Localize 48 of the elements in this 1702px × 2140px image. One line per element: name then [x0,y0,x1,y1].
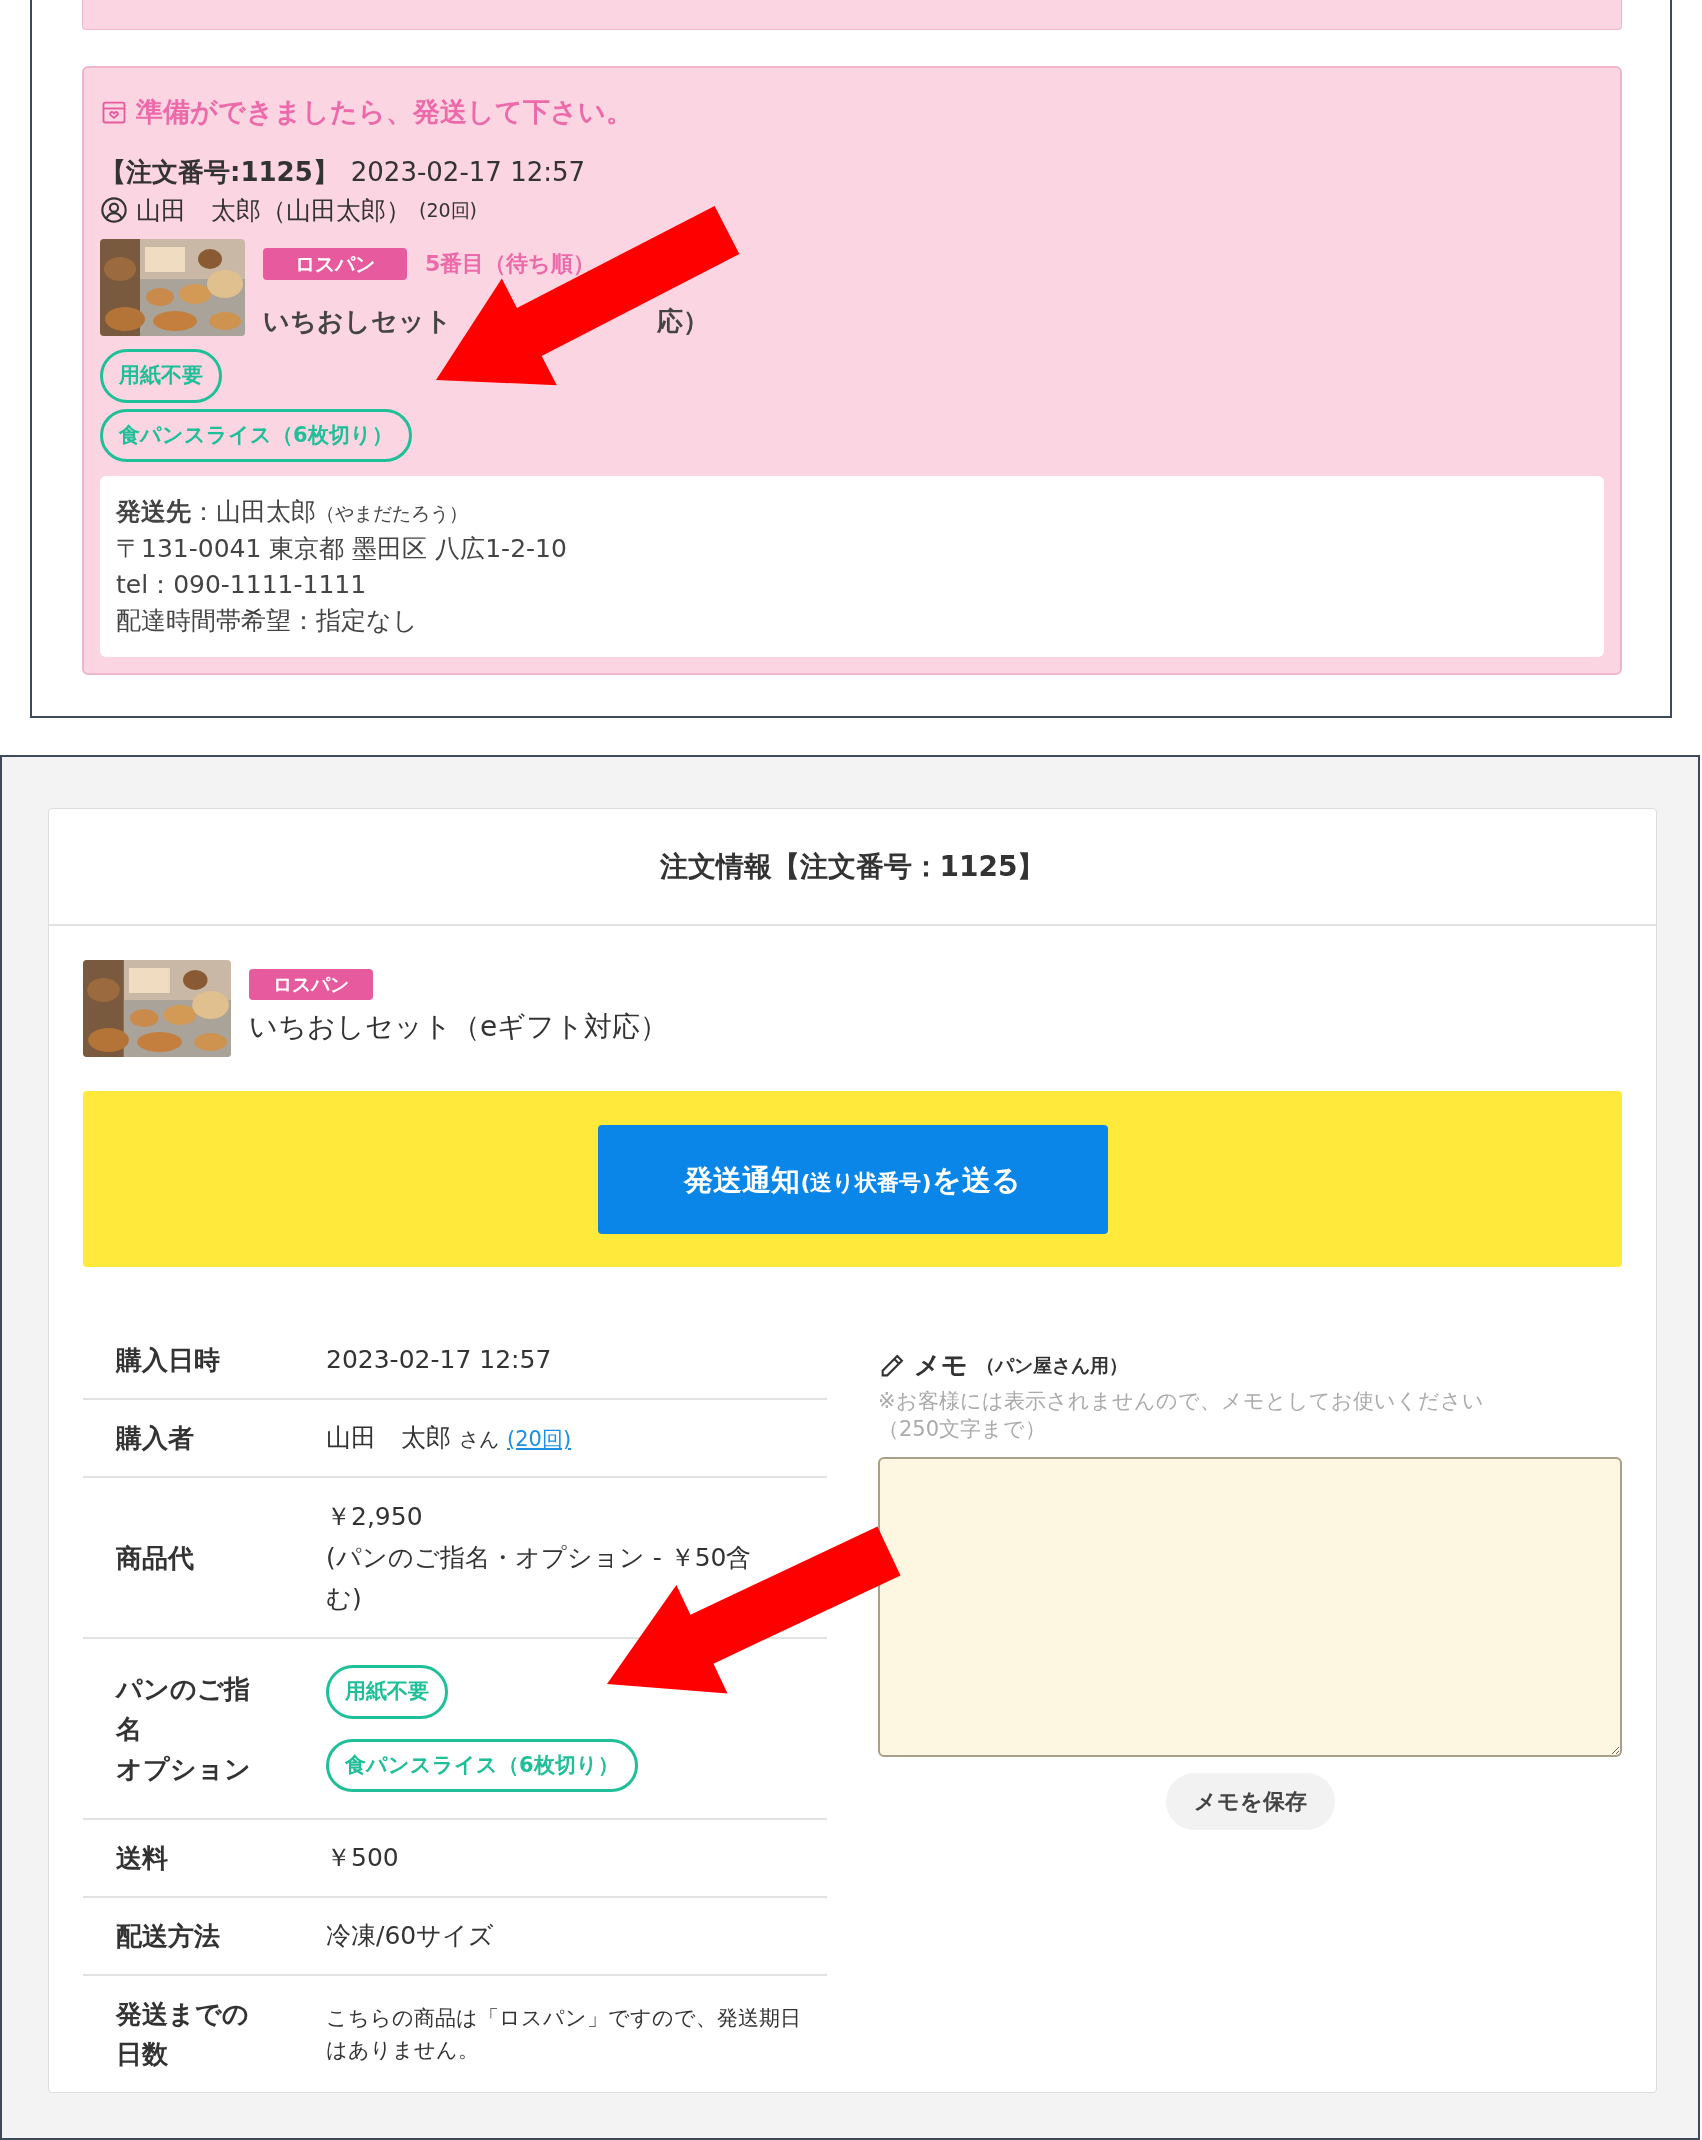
address-label: 発送先 [116,496,191,528]
option-tag: 食パンスライス（6枚切り） [100,408,412,462]
order-date: 2023-02-17 12:57 [350,155,586,189]
memo-title: メモ [914,1349,968,1382]
status-message: 準備ができましたら、発送して下さい。 [136,95,633,129]
order-number: 【注文番号:1125】 [100,155,339,189]
save-memo-button[interactable]: メモを保存 [1165,1773,1335,1830]
row-value: ￥2,950 [326,1501,424,1533]
option-tag: 用紙不要 [326,1665,448,1719]
recipient-name: ：山田太郎 [191,496,316,528]
row-label: 配送方法 [116,1920,221,1953]
card-title: 注文情報【注文番号：1125】 [659,848,1046,885]
buyer-name: 山田 太郎 [326,1422,451,1455]
memo-note: ※お客様には表示されませんので、メモとしてお使いください [878,1388,1485,1415]
row-label: 商品代 [116,1541,195,1575]
memo-subtitle: （パン屋さん用） [976,1353,1128,1379]
row-value: ￥500 [326,1843,399,1873]
row-label: 購入日時 [116,1344,221,1377]
option-tag: 用紙不要 [100,349,222,403]
product-name: いちおしセット（eギフト対応） [249,1008,669,1045]
order-count: (20回) [419,198,477,223]
row-value: こちらの商品は「ロスパン」ですので、発送期日はありません。 [326,2006,801,2062]
recipient-kana: （やまだたろう） [316,501,468,526]
row-value: (パンのご指名・オプション - ￥50含 [326,1542,753,1574]
honorific: さん [459,1426,499,1454]
memo-note: （250文字まで） [878,1416,1048,1443]
product-name: いちおしセット [263,305,452,338]
address-line: 〒131-0041 東京都 墨田区 八広1-2-10 [116,533,568,565]
customer-name: 山田 太郎（山田太郎） [136,194,411,227]
row-value: 冷凍/60サイズ [326,1921,495,1951]
row-label: オプション [116,1752,252,1786]
row-value: 2023-02-17 12:57 [326,1345,552,1375]
address-line: tel：090-1111-1111 [116,569,368,601]
row-label: 送料 [116,1842,169,1875]
category-badge: ロスパン [263,247,407,280]
row-label: 購入者 [116,1422,195,1455]
order-count-link[interactable]: (20回) [507,1424,572,1456]
row-label: 発送までの日数 [116,1998,250,2071]
memo-field[interactable] [878,1457,1622,1757]
row-label: パンのご指名 [116,1672,251,1746]
user-icon [100,196,128,225]
category-badge: ロスパン [249,969,373,1000]
row-value: む) [326,1583,363,1615]
send-notification-button[interactable]: 発送通知(送り状番号)を送る [597,1124,1108,1234]
queue-position: 5番目（待ち順） [425,250,596,278]
option-tag: 食パンスライス（6枚切り） [326,1738,638,1792]
product-name: 応） [657,305,709,338]
address-line: 配達時間帯希望：指定なし [116,605,419,637]
